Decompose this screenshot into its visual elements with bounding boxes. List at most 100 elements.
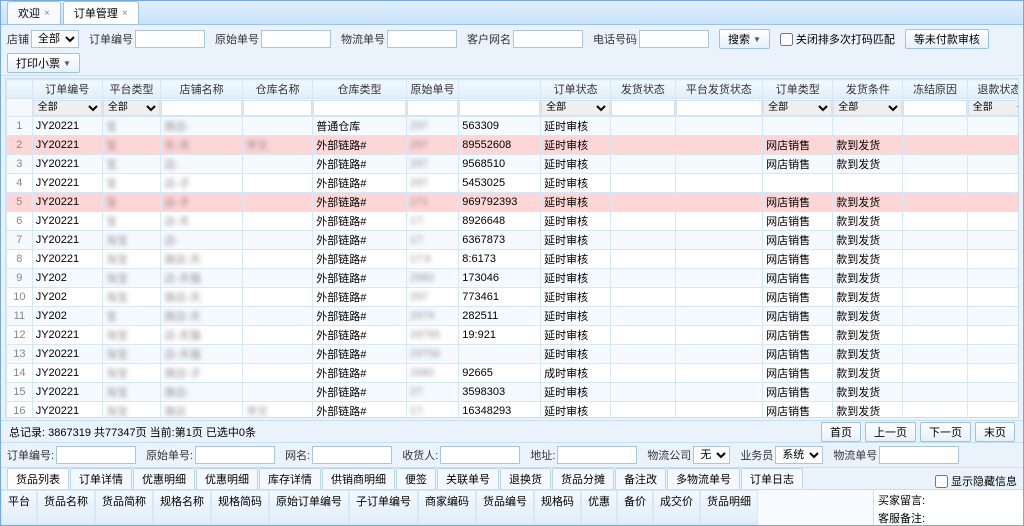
col-filter[interactable] — [611, 100, 674, 116]
col-filter[interactable]: 全部 — [33, 100, 102, 116]
close-multiprint-checkbox[interactable]: 关闭排多次打码匹配 — [780, 31, 895, 47]
table-row[interactable]: 6JY20221宝店-天外部链路#17:8926648延时审核网店销售款到发货2… — [7, 212, 1020, 231]
col-filter[interactable] — [459, 100, 540, 116]
detail-col-header[interactable]: 货品名称 — [37, 490, 95, 525]
close-icon[interactable]: × — [122, 8, 128, 19]
subtab[interactable]: 库存详情 — [259, 468, 321, 489]
orig-no-input[interactable] — [261, 30, 331, 48]
col-header[interactable]: 仓库类型 — [313, 80, 407, 99]
last-page-button[interactable]: 末页 — [975, 422, 1015, 442]
detail-col-header[interactable]: 商家编码 — [418, 490, 476, 525]
d-addr-input[interactable] — [557, 446, 637, 464]
col-filter[interactable] — [161, 100, 242, 116]
detail-col-header[interactable]: 规格名称 — [153, 490, 211, 525]
col-filter[interactable]: 全部 — [103, 100, 160, 116]
col-filter[interactable] — [676, 100, 763, 116]
table-row[interactable]: 9JY202淘宝店-天猫外部链路#2980173046延时审核网店销售款到发货2… — [7, 269, 1020, 288]
subtab[interactable]: 便签 — [396, 468, 436, 489]
store-select[interactable]: 全部 — [31, 30, 79, 48]
col-header[interactable]: 退款状态 — [967, 80, 1019, 99]
close-icon[interactable]: × — [44, 8, 50, 19]
table-row[interactable]: 13JY20221淘宝店-天猫外部链路#29756延时审核网店销售款到发货202… — [7, 345, 1020, 364]
subtab[interactable]: 优惠明细 — [133, 468, 195, 489]
detail-col-header[interactable]: 货品明细 — [700, 490, 758, 525]
detail-col-header[interactable]: 规格码 — [534, 490, 581, 525]
subtab[interactable]: 关联单号 — [437, 468, 499, 489]
next-page-button[interactable]: 下一页 — [920, 422, 971, 442]
phone-input[interactable] — [639, 30, 709, 48]
subtab[interactable]: 货品分摊 — [552, 468, 614, 489]
first-page-button[interactable]: 首页 — [821, 422, 861, 442]
detail-col-header[interactable]: 优惠 — [581, 490, 617, 525]
col-header[interactable]: 原始单号 — [406, 80, 459, 99]
subtab[interactable]: 订单详情 — [70, 468, 132, 489]
table-row[interactable]: 10JY202淘宝旗店-天外部链路#297773461延时审核网店销售款到发货2… — [7, 288, 1020, 307]
d-name-input[interactable] — [312, 446, 392, 464]
subtab[interactable]: 备注改 — [615, 468, 666, 489]
await-pay-audit-button[interactable]: 等未付款审核 — [905, 29, 989, 49]
col-filter[interactable] — [313, 100, 406, 116]
table-row[interactable]: 16JY20221淘宝旗店学文外部链路#17:16348293延时审核网店销售款… — [7, 402, 1020, 419]
print-small-button[interactable]: 打印小票▼ — [7, 53, 80, 73]
prev-page-button[interactable]: 上一页 — [865, 422, 916, 442]
col-header[interactable]: 订单状态 — [541, 80, 611, 99]
col-header[interactable]: 发货条件 — [833, 80, 903, 99]
order-no-input[interactable] — [135, 30, 205, 48]
custname-input[interactable] — [513, 30, 583, 48]
col-header[interactable]: 冻结原因 — [903, 80, 967, 99]
d-op-select[interactable]: 系统 — [775, 446, 823, 464]
show-hidden-checkbox[interactable]: 显示隐藏信息 — [935, 473, 1017, 489]
table-row[interactable]: 4JY20221宝店-子外部链路#2975453025延时审核2022-10-2… — [7, 174, 1020, 193]
detail-col-header[interactable]: 货品简称 — [95, 490, 153, 525]
table-row[interactable]: 1JY20221宝旗店-普通仓库297563309延时审核2022-10-27 … — [7, 117, 1020, 136]
subtab[interactable]: 多物流单号 — [667, 468, 740, 489]
table-row[interactable]: 3JY20221宝店-外部链路#2979568510延时审核网店销售款到发货20… — [7, 155, 1020, 174]
subtab[interactable]: 供销商明细 — [322, 468, 395, 489]
col-filter[interactable] — [903, 100, 966, 116]
table-row[interactable]: 12JY20221淘宝店-天猫外部链路#2979519:921延时审核网店销售款… — [7, 326, 1020, 345]
col-header[interactable] — [459, 80, 541, 99]
subtab[interactable]: 订单日志 — [741, 468, 803, 489]
col-header[interactable]: 发货状态 — [611, 80, 675, 99]
logistics-no-input[interactable] — [387, 30, 457, 48]
table-row[interactable]: 15JY20221淘宝旗店-外部链路#27:3598303延时审核网店销售款到发… — [7, 383, 1020, 402]
d-order-no-input[interactable] — [56, 446, 136, 464]
subtab[interactable]: 退换货 — [500, 468, 551, 489]
table-row[interactable]: 5JY20221宝店-子外部链路#171969792393延时审核网店销售款到发… — [7, 193, 1020, 212]
col-filter[interactable] — [243, 100, 312, 116]
col-filter[interactable]: 全部 — [541, 100, 610, 116]
col-filter[interactable] — [407, 100, 459, 116]
col-header[interactable]: 订单编号 — [32, 80, 102, 99]
detail-col-header[interactable]: 备价 — [617, 490, 653, 525]
detail-col-header[interactable]: 货品编号 — [476, 490, 534, 525]
col-filter[interactable]: 全部 — [833, 100, 902, 116]
col-filter[interactable]: 全部 — [763, 100, 832, 116]
col-header[interactable]: 平台类型 — [102, 80, 160, 99]
subtab[interactable]: 优惠明细 — [196, 468, 258, 489]
col-header[interactable]: 订单类型 — [763, 80, 833, 99]
search-button[interactable]: 搜索▼ — [719, 29, 770, 49]
detail-col-header[interactable]: 原始订单编号 — [269, 490, 349, 525]
detail-col-header[interactable]: 平台 — [1, 490, 37, 525]
table-row[interactable]: 7JY20221淘宝店-外部链路#17:6367873延时审核网店销售款到发货2… — [7, 231, 1020, 250]
d-logi-co-select[interactable]: 无 — [693, 446, 730, 464]
col-header[interactable] — [7, 80, 33, 99]
d-logi-no-input[interactable] — [879, 446, 959, 464]
detail-col-header[interactable]: 成交价 — [653, 490, 700, 525]
d-receiver-input[interactable] — [440, 446, 520, 464]
col-header[interactable]: 仓库名称 — [243, 80, 313, 99]
table-row[interactable]: 14JY20221淘宝旗店-子外部链路#298092665成时审核网店销售款到发… — [7, 364, 1020, 383]
table-row[interactable]: 2JY20221宝东-天学文外部链路#29789552608延时审核网店销售款到… — [7, 136, 1020, 155]
col-header[interactable]: 店铺名称 — [161, 80, 243, 99]
col-filter[interactable]: 全部 — [968, 100, 1019, 116]
order-grid[interactable]: 订单编号平台类型店铺名称仓库名称仓库类型原始单号 订单状态发货状态平台发货状态订单… — [5, 78, 1019, 418]
tab-welcome[interactable]: 欢迎× — [7, 1, 61, 24]
detail-col-header[interactable]: 子订单编号 — [349, 490, 418, 525]
detail-col-header[interactable]: 规格简码 — [211, 490, 269, 525]
tab-order-mgmt[interactable]: 订单管理× — [63, 1, 139, 24]
table-row[interactable]: 11JY202宝旗店-天外部链路#2979282511延时审核网店销售款到发货2… — [7, 307, 1020, 326]
d-orig-no-input[interactable] — [195, 446, 275, 464]
col-header[interactable]: 平台发货状态 — [675, 80, 763, 99]
subtab[interactable]: 货品列表 — [7, 468, 69, 489]
table-row[interactable]: 8JY20221淘宝旗店-天外部链路#17:68:6173延时审核网店销售款到发… — [7, 250, 1020, 269]
